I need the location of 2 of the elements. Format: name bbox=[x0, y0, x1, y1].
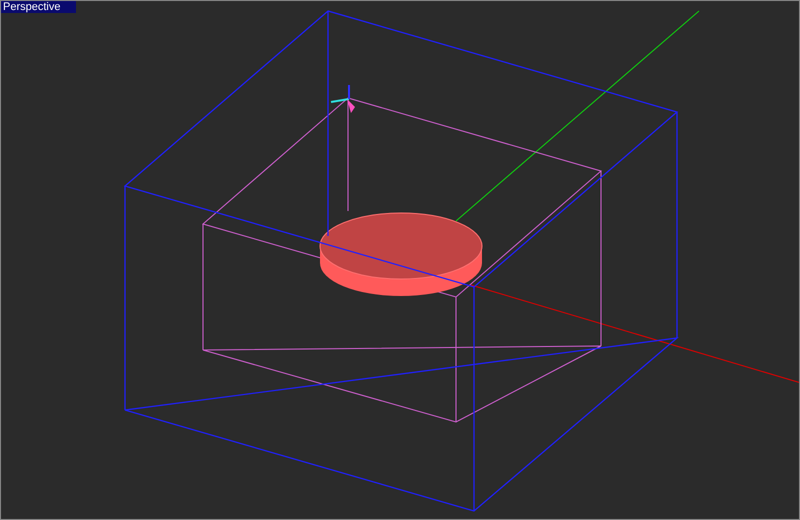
gizmo-icon bbox=[330, 85, 355, 113]
viewport-title: Perspective bbox=[1, 1, 76, 13]
